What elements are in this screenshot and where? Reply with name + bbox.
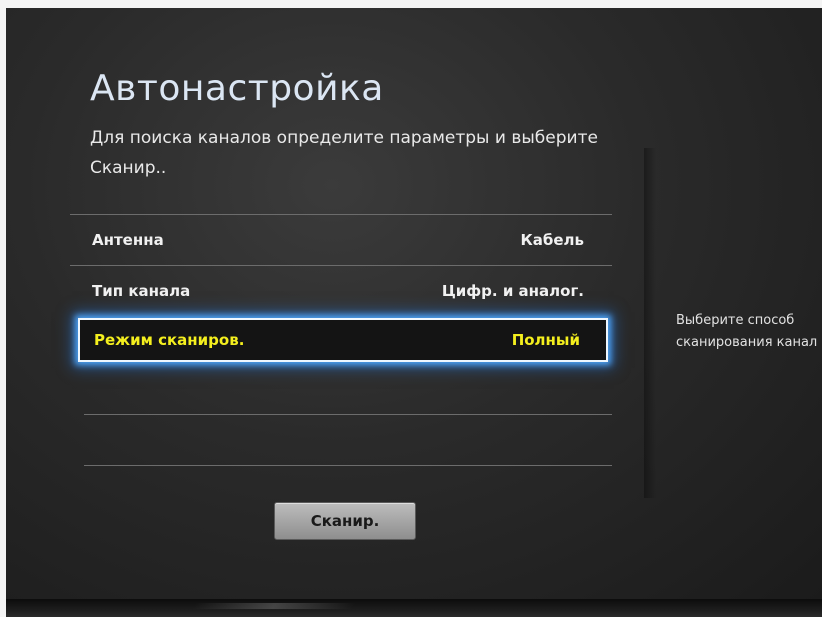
setting-row-channel-type[interactable]: Тип канала Цифр. и аналог. [66,266,612,316]
setting-value: Кабель [520,231,584,249]
settings-list: Антенна Кабель Тип канала Цифр. и аналог… [66,214,612,466]
side-panel-divider [644,148,656,498]
tv-screen: Автонастройка Для поиска каналов определ… [6,8,822,599]
setting-value: Полный [511,331,580,349]
page-title: Автонастройка [90,68,384,109]
setting-row-scan-mode[interactable]: Режим сканиров. Полный [78,318,608,362]
page-subtitle: Для поиска каналов определите параметры … [90,128,598,178]
setting-row-antenna[interactable]: Антенна Кабель [66,215,612,265]
help-line: сканирования канал [676,335,818,350]
row-divider [84,465,612,466]
setting-label: Режим сканиров. [94,331,245,349]
scan-button[interactable]: Сканир. [274,502,416,540]
bezel-reflection [192,603,356,609]
help-text: Выберите способ сканирования канал [676,310,822,354]
setting-value: Цифр. и аналог. [441,282,584,300]
help-line: Выберите способ [676,313,795,328]
empty-row [66,415,612,465]
tv-bezel [6,599,822,617]
empty-row [66,364,612,414]
setting-label: Антенна [92,231,164,249]
setting-label: Тип канала [92,282,191,300]
